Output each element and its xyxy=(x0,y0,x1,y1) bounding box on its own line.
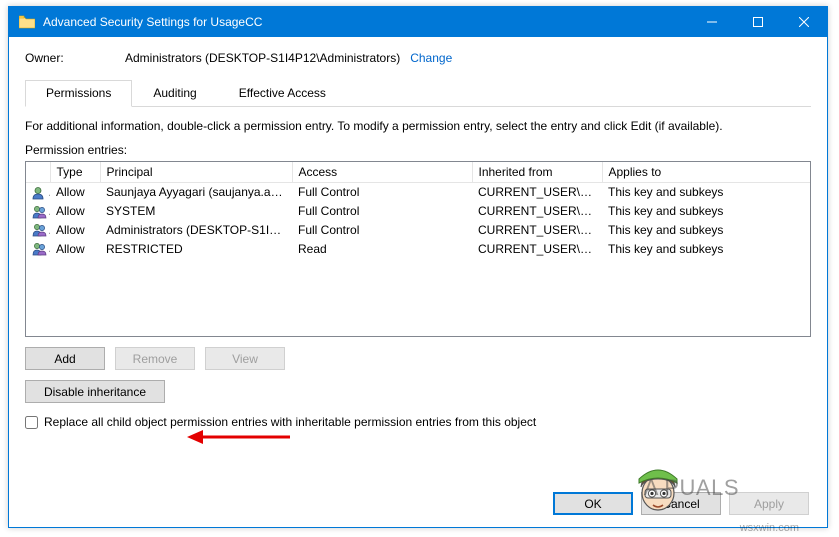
cell-principal: Saunjaya Ayyagari (saujanya.ayy... xyxy=(100,183,292,202)
principal-icon xyxy=(26,221,50,240)
content-area: Owner: Administrators (DESKTOP-S1I4P12\A… xyxy=(9,37,827,527)
tabstrip: Permissions Auditing Effective Access xyxy=(25,79,811,107)
tab-body: For additional information, double-click… xyxy=(25,107,811,429)
entries-label: Permission entries: xyxy=(25,143,811,157)
disable-inheritance-button[interactable]: Disable inheritance xyxy=(25,380,165,403)
cell-applies: This key and subkeys xyxy=(602,239,810,258)
cell-access: Full Control xyxy=(292,221,472,240)
cell-access: Full Control xyxy=(292,202,472,221)
window-title: Advanced Security Settings for UsageCC xyxy=(43,15,689,29)
table-row[interactable]: AllowSYSTEMFull ControlCURRENT_USER\SOFT… xyxy=(26,202,810,221)
permissions-table[interactable]: Type Principal Access Inherited from App… xyxy=(25,161,811,337)
maximize-button[interactable] xyxy=(735,7,781,37)
cell-applies: This key and subkeys xyxy=(602,183,810,202)
replace-children-label[interactable]: Replace all child object permission entr… xyxy=(44,415,536,429)
table-row[interactable]: AllowSaunjaya Ayyagari (saujanya.ayy...F… xyxy=(26,183,810,202)
cell-type: Allow xyxy=(50,239,100,258)
tab-effective-access[interactable]: Effective Access xyxy=(218,80,347,107)
inheritance-row: Disable inheritance xyxy=(25,380,811,403)
replace-children-row: Replace all child object permission entr… xyxy=(25,415,811,429)
ok-button[interactable]: OK xyxy=(553,492,633,515)
view-button: View xyxy=(205,347,285,370)
cell-access: Full Control xyxy=(292,183,472,202)
dialog-footer: OK Cancel Apply xyxy=(553,492,809,515)
cell-type: Allow xyxy=(50,183,100,202)
col-header-type[interactable]: Type xyxy=(50,162,100,183)
window: Advanced Security Settings for UsageCC O… xyxy=(8,6,828,528)
minimize-button[interactable] xyxy=(689,7,735,37)
cell-applies: This key and subkeys xyxy=(602,202,810,221)
col-header-access[interactable]: Access xyxy=(292,162,472,183)
close-button[interactable] xyxy=(781,7,827,37)
change-owner-link[interactable]: Change xyxy=(410,51,452,65)
cell-principal: RESTRICTED xyxy=(100,239,292,258)
titlebar[interactable]: Advanced Security Settings for UsageCC xyxy=(9,7,827,37)
col-header-inherited[interactable]: Inherited from xyxy=(472,162,602,183)
cell-principal: Administrators (DESKTOP-S1I4P1... xyxy=(100,221,292,240)
cell-inherited: CURRENT_USER\SOFTWA... xyxy=(472,202,602,221)
owner-row: Owner: Administrators (DESKTOP-S1I4P12\A… xyxy=(25,51,811,65)
table-row[interactable]: AllowAdministrators (DESKTOP-S1I4P1...Fu… xyxy=(26,221,810,240)
add-button[interactable]: Add xyxy=(25,347,105,370)
tab-auditing[interactable]: Auditing xyxy=(132,80,217,107)
cell-principal: SYSTEM xyxy=(100,202,292,221)
cell-access: Read xyxy=(292,239,472,258)
window-controls xyxy=(689,7,827,37)
apply-button: Apply xyxy=(729,492,809,515)
table-row[interactable]: AllowRESTRICTEDReadCURRENT_USER\SOFTWA..… xyxy=(26,239,810,258)
info-text: For additional information, double-click… xyxy=(25,119,811,133)
cell-applies: This key and subkeys xyxy=(602,221,810,240)
cell-inherited: CURRENT_USER\SOFTWA... xyxy=(472,221,602,240)
tab-permissions[interactable]: Permissions xyxy=(25,80,132,107)
table-buttons: Add Remove View xyxy=(25,347,811,370)
cell-inherited: CURRENT_USER\SOFTWA... xyxy=(472,183,602,202)
col-header-icon[interactable] xyxy=(26,162,50,183)
cancel-button[interactable]: Cancel xyxy=(641,492,721,515)
remove-button: Remove xyxy=(115,347,195,370)
cell-type: Allow xyxy=(50,221,100,240)
replace-children-checkbox[interactable] xyxy=(25,416,38,429)
folder-icon xyxy=(19,15,35,29)
cell-type: Allow xyxy=(50,202,100,221)
principal-icon xyxy=(26,183,50,202)
col-header-applies[interactable]: Applies to xyxy=(602,162,810,183)
owner-value: Administrators (DESKTOP-S1I4P12\Administ… xyxy=(125,51,400,65)
col-header-principal[interactable]: Principal xyxy=(100,162,292,183)
principal-icon xyxy=(26,239,50,258)
owner-label: Owner: xyxy=(25,51,125,65)
table-header-row: Type Principal Access Inherited from App… xyxy=(26,162,810,183)
cell-inherited: CURRENT_USER\SOFTWA... xyxy=(472,239,602,258)
principal-icon xyxy=(26,202,50,221)
